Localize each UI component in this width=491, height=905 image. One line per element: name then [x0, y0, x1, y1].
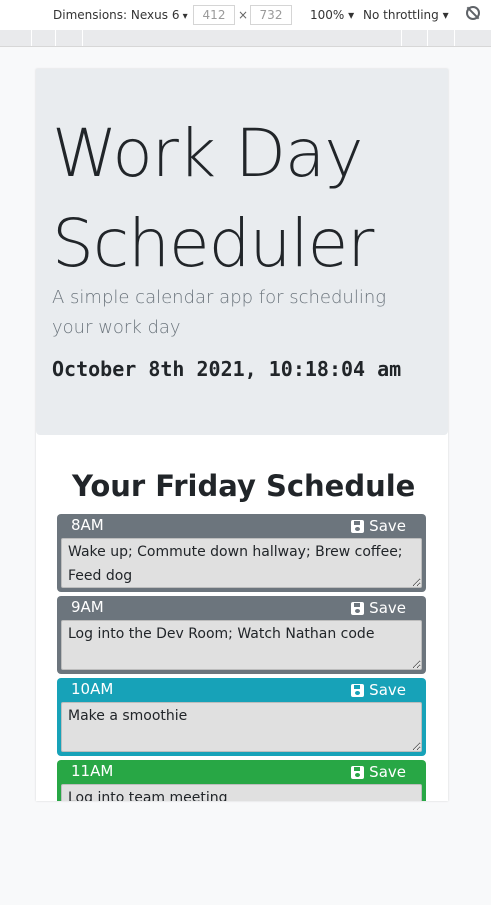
save-button[interactable]: Save — [351, 763, 406, 781]
time-block-11am: 11AM Save Log into team meeting — [57, 760, 426, 801]
page-title: Work Day Scheduler — [52, 115, 374, 282]
hour-label: 10AM — [71, 680, 114, 698]
hour-label: 11AM — [71, 762, 114, 780]
hour-label: 9AM — [71, 598, 104, 616]
description-textarea[interactable]: Wake up; Commute down hallway; Brew coff… — [61, 538, 422, 588]
save-button[interactable]: Save — [351, 681, 406, 699]
time-block-8am: 8AM Save Wake up; Commute down hallway; … — [57, 514, 426, 592]
schedule-title: Your Friday Schedule — [72, 469, 416, 503]
description-textarea[interactable]: Log into the Dev Room; Watch Nathan code — [61, 620, 422, 670]
media-query-ruler — [0, 30, 491, 47]
save-label: Save — [369, 681, 406, 699]
save-icon — [351, 683, 365, 697]
hour-label: 8AM — [71, 516, 104, 534]
description-textarea[interactable]: Make a smoothie — [61, 702, 422, 752]
save-button[interactable]: Save — [351, 517, 406, 535]
save-label: Save — [369, 517, 406, 535]
save-icon — [351, 519, 365, 533]
lead-text: A simple calendar app for scheduling you… — [52, 287, 387, 338]
height-input[interactable]: 732 — [250, 5, 292, 25]
save-label: Save — [369, 763, 406, 781]
throttling-select[interactable]: No throttling ▾ — [363, 8, 449, 22]
save-button[interactable]: Save — [351, 599, 406, 617]
devtools-toolbar: Dimensions: Nexus 6 412 × 732 100% ▾ No … — [0, 0, 491, 31]
description-textarea[interactable]: Log into team meeting — [61, 784, 422, 801]
save-icon — [351, 765, 365, 779]
time-block-9am: 9AM Save Log into the Dev Room; Watch Na… — [57, 596, 426, 674]
time-block-10am: 10AM Save Make a smoothie — [57, 678, 426, 756]
save-label: Save — [369, 599, 406, 617]
rotate-icon[interactable] — [466, 6, 480, 20]
save-icon — [351, 601, 365, 615]
current-day: October 8th 2021, 10:18:04 am — [52, 357, 402, 381]
device-select[interactable]: Dimensions: Nexus 6 — [53, 8, 188, 22]
header-jumbotron: Work Day Scheduler A simple calendar app… — [36, 69, 448, 435]
device-viewport: Work Day Scheduler A simple calendar app… — [36, 69, 448, 801]
width-input[interactable]: 412 — [193, 5, 235, 25]
dimension-separator: × — [238, 8, 249, 22]
zoom-select[interactable]: 100% ▾ — [310, 8, 354, 22]
